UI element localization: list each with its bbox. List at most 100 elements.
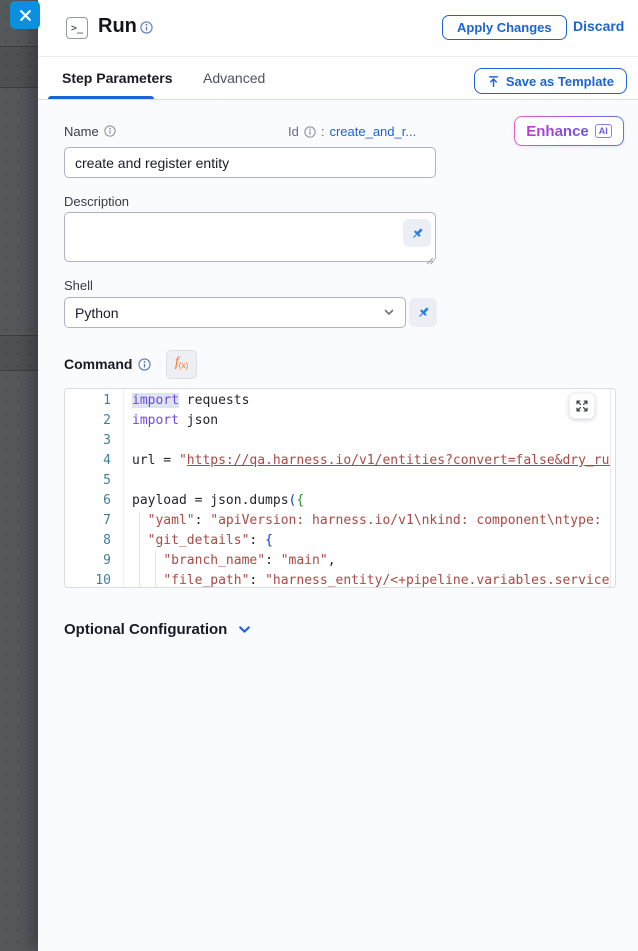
- step-id-value[interactable]: create_and_r...: [329, 124, 416, 139]
- code-line[interactable]: payload = json.dumps({: [132, 491, 611, 511]
- id-separator: :: [321, 124, 325, 139]
- step-id-row: Id : create_and_r...: [288, 124, 416, 139]
- code-token: ,: [328, 553, 336, 568]
- pin-icon: [410, 226, 425, 241]
- code-line[interactable]: "yaml": "apiVersion: harness.io/v1\nkind…: [132, 511, 611, 531]
- code-token: "file_path": [163, 573, 249, 588]
- discard-button[interactable]: Discard: [573, 18, 624, 34]
- line-number: 4: [65, 451, 111, 471]
- line-number: 3: [65, 431, 111, 451]
- code-line[interactable]: import requests: [132, 391, 611, 411]
- description-label-text: Description: [64, 194, 129, 209]
- editor-gutter: 12345678910: [65, 391, 111, 588]
- code-line[interactable]: "git_details": {: [132, 531, 611, 551]
- code-token: {: [296, 493, 304, 508]
- shell-selected-value: Python: [75, 305, 119, 321]
- optional-configuration-label: Optional Configuration: [64, 621, 227, 638]
- editor-code[interactable]: import requestsimport jsonurl = "https:/…: [132, 391, 611, 588]
- name-info-icon[interactable]: [104, 125, 117, 138]
- code-line[interactable]: "branch_name": "main",: [132, 551, 611, 571]
- chevron-down-icon: [237, 622, 252, 637]
- code-token: [132, 573, 163, 588]
- code-token: json: [179, 413, 218, 428]
- code-token: [132, 513, 148, 528]
- optional-configuration-toggle[interactable]: Optional Configuration: [64, 621, 252, 638]
- pin-icon: [416, 305, 431, 320]
- code-token: import: [132, 393, 179, 408]
- step-config-drawer: >_ Run Apply Changes Discard Step Parame…: [38, 0, 638, 951]
- line-number: 5: [65, 471, 111, 491]
- code-token: :: [195, 513, 211, 528]
- enhance-label: Enhance: [526, 123, 589, 140]
- line-number: 6: [65, 491, 111, 511]
- code-line[interactable]: url = "https://qa.harness.io/v1/entities…: [132, 451, 611, 471]
- code-token: https://qa.harness.io/v1/entities?conver…: [187, 453, 611, 468]
- step-parameters-panel: Name Id : create_and_r... Enhance AI Des…: [38, 100, 638, 951]
- pipeline-canvas-background: [0, 0, 40, 951]
- tab-step-parameters[interactable]: Step Parameters: [62, 57, 173, 99]
- expand-editor-button[interactable]: [569, 393, 595, 419]
- code-token: url =: [132, 453, 179, 468]
- code-token: [132, 533, 148, 548]
- code-token: :: [265, 553, 281, 568]
- command-info-icon[interactable]: [138, 358, 151, 371]
- line-number: 8: [65, 531, 111, 551]
- code-line[interactable]: import json: [132, 411, 611, 431]
- description-field-wrap: [64, 212, 436, 262]
- shell-select[interactable]: Python: [64, 297, 406, 328]
- line-number: 2: [65, 411, 111, 431]
- shell-label-text: Shell: [64, 278, 93, 293]
- shell-label: Shell: [64, 278, 93, 293]
- tab-advanced[interactable]: Advanced: [203, 57, 265, 99]
- command-code-editor[interactable]: 12345678910 import requestsimport jsonur…: [64, 388, 616, 588]
- step-title: Run: [98, 15, 137, 38]
- line-number: 7: [65, 511, 111, 531]
- textarea-resize-handle[interactable]: [426, 252, 434, 260]
- line-number: 10: [65, 571, 111, 588]
- line-number: 9: [65, 551, 111, 571]
- shell-runtime-input-pin-button[interactable]: [409, 298, 437, 327]
- fx-sub-label: (x): [179, 361, 188, 370]
- code-token: "main": [281, 553, 328, 568]
- save-as-template-label: Save as Template: [506, 74, 614, 89]
- gutter-separator: [123, 389, 124, 587]
- save-as-template-button[interactable]: Save as Template: [474, 68, 627, 94]
- code-token: :: [249, 573, 265, 588]
- close-drawer-button[interactable]: [10, 1, 40, 29]
- code-token: payload = json.dumps: [132, 493, 289, 508]
- code-line[interactable]: [132, 471, 611, 491]
- name-label-text: Name: [64, 124, 99, 139]
- step-info-icon[interactable]: [140, 21, 153, 34]
- line-number: 1: [65, 391, 111, 411]
- canvas-row-band: [0, 46, 40, 88]
- canvas-row-band: [0, 335, 40, 371]
- run-step-terminal-icon: >_: [66, 17, 88, 39]
- code-token: "git_details": [148, 533, 250, 548]
- code-line[interactable]: "file_path": "harness_entity/<+pipeline.…: [132, 571, 611, 588]
- command-label-text: Command: [64, 356, 132, 372]
- apply-changes-button[interactable]: Apply Changes: [442, 15, 567, 40]
- code-token: requests: [179, 393, 249, 408]
- description-runtime-input-pin-button[interactable]: [403, 219, 431, 247]
- code-token: "yaml": [148, 513, 195, 528]
- code-token: import: [132, 413, 179, 428]
- description-label: Description: [64, 194, 129, 209]
- tab-bar: Step Parameters Advanced Save as Templat…: [38, 57, 638, 100]
- expression-fx-button[interactable]: f(x): [166, 350, 197, 379]
- description-input[interactable]: [64, 212, 436, 262]
- name-input[interactable]: [64, 147, 436, 178]
- id-label: Id: [288, 124, 299, 139]
- close-icon: [19, 9, 32, 22]
- id-info-icon[interactable]: [304, 126, 316, 138]
- editor-scrollbar-track[interactable]: [610, 389, 611, 587]
- code-token: "branch_name": [163, 553, 265, 568]
- expand-icon: [575, 399, 589, 413]
- enhance-ai-button[interactable]: Enhance AI: [514, 116, 624, 146]
- command-label: Command: [64, 356, 151, 372]
- code-token: "harness_entity/<+pipeline.variables.ser…: [265, 573, 611, 588]
- code-token: "apiVersion: harness.io/v1\nkind: compon…: [210, 513, 611, 528]
- code-line[interactable]: [132, 431, 611, 451]
- upload-icon: [487, 75, 500, 88]
- drawer-header: >_ Run Apply Changes Discard: [38, 0, 638, 57]
- code-token: ": [179, 453, 187, 468]
